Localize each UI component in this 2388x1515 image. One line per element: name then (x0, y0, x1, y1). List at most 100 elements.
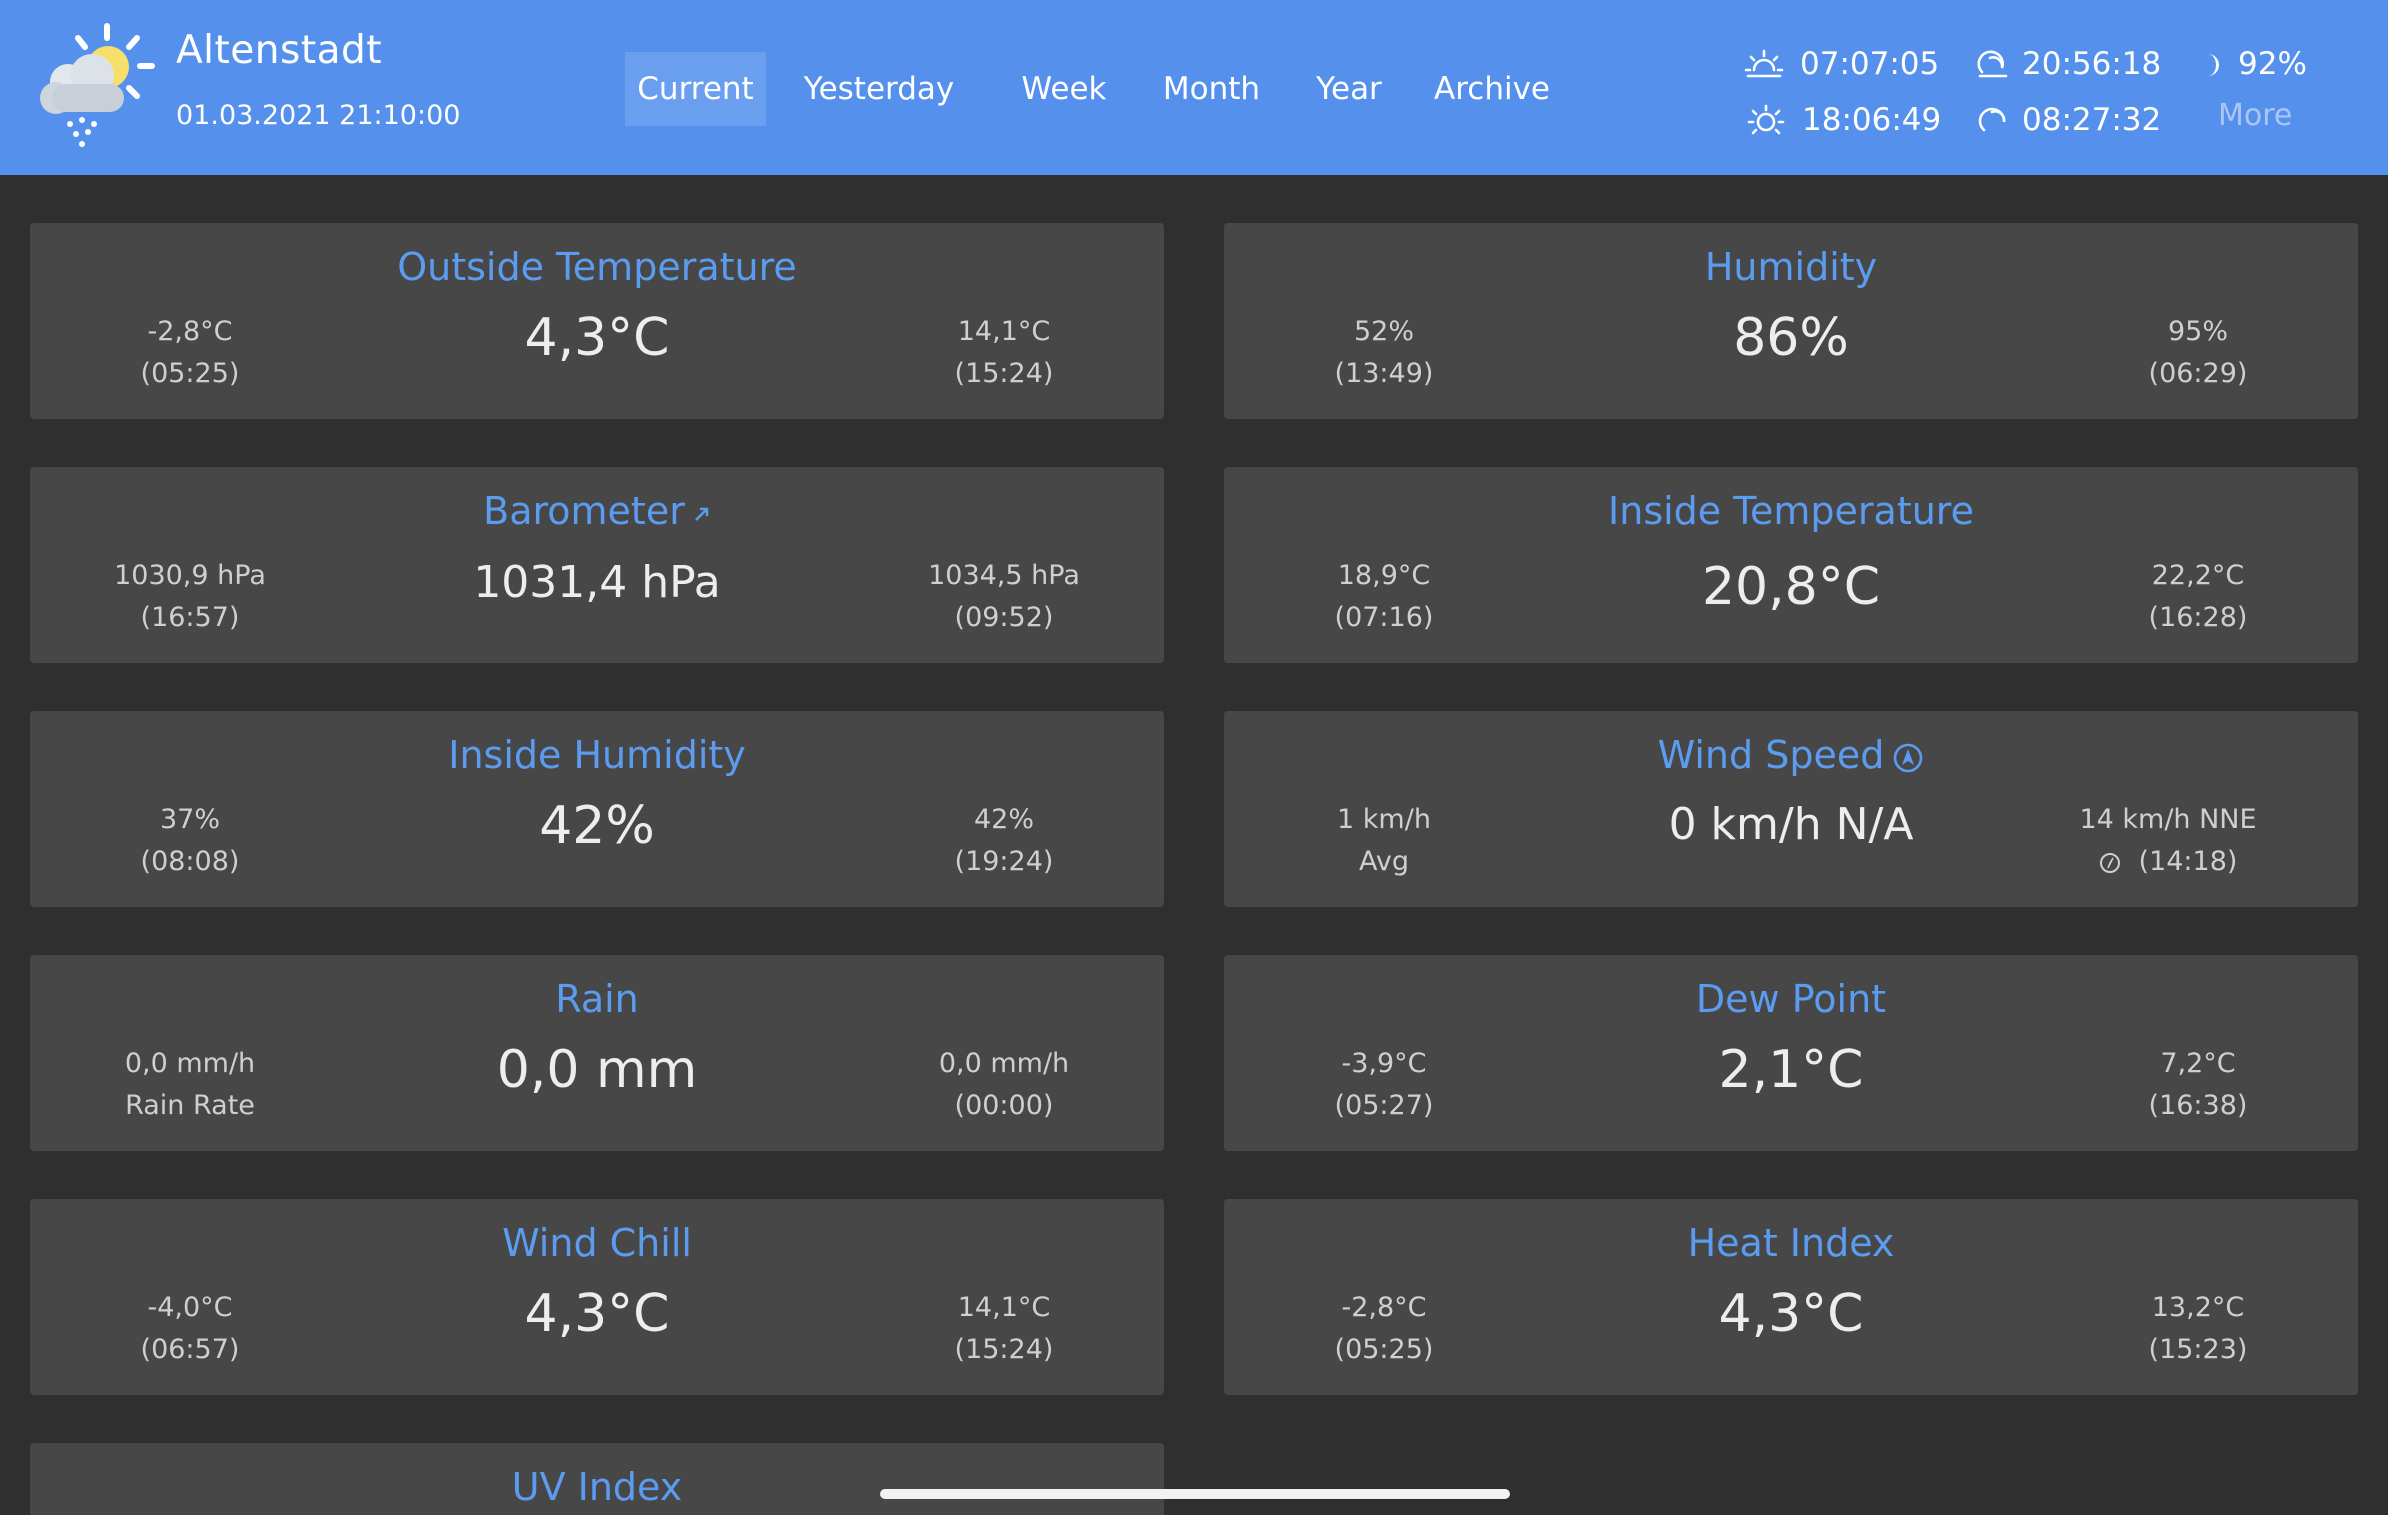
card-max: 13,2°C (15:23) (2068, 1287, 2328, 1371)
rain-rate-value: 0,0 mm/h (124, 1048, 256, 1079)
card-title[interactable]: UV Index (30, 1465, 1164, 1509)
max-value: 0,0 mm/h (938, 1048, 1070, 1079)
sunrise-time: 07:07:05 (1800, 46, 1940, 82)
card-outside-temperature: Outside Temperature 4,3°C -2,8°C (05:25) … (30, 223, 1164, 419)
station-datetime: 01.03.2021 21:10:00 (176, 100, 461, 131)
card-min: -2,8°C (05:25) (1254, 1287, 1514, 1371)
card-min: -3,9°C (05:27) (1254, 1043, 1514, 1127)
moonset-info: 08:27:32 (1976, 98, 2176, 142)
avg-label: Avg (1358, 846, 1409, 877)
card-title-text: Barometer (483, 489, 685, 533)
card-title[interactable]: Humidity (1224, 245, 2358, 289)
card-title[interactable]: Heat Index (1224, 1221, 2358, 1265)
min-time: (08:08) (140, 846, 240, 877)
home-indicator[interactable] (880, 1489, 1510, 1499)
nav-tab-current[interactable]: Current (625, 52, 766, 126)
rain-rate-label: Rain Rate (125, 1090, 255, 1121)
nav-tab-month[interactable]: Month (1155, 52, 1268, 126)
more-link[interactable]: More (2218, 98, 2292, 133)
moon-phase-icon (2208, 54, 2219, 76)
max-value: 1034,5 hPa (928, 560, 1080, 591)
card-inside-temperature: Inside Temperature 20,8°C 18,9°C (07:16) … (1224, 467, 2358, 663)
card-max: 1034,5 hPa (09:52) (874, 555, 1134, 639)
moonrise-info: 20:56:18 (1976, 42, 2176, 86)
card-title[interactable]: Inside Humidity (30, 733, 1164, 777)
card-heat-index: Heat Index 4,3°C -2,8°C (05:25) 13,2°C (15… (1224, 1199, 2358, 1395)
min-time: (05:25) (1334, 1334, 1434, 1365)
max-time: (15:23) (2148, 1334, 2248, 1365)
moon-phase-info: 92% (2196, 42, 2336, 86)
max-value: 95% (2167, 316, 2228, 347)
card-max: 95% (06:29) (2068, 311, 2328, 395)
moonset-time: 08:27:32 (2022, 102, 2162, 138)
sunset-icon (1747, 104, 1785, 135)
card-avg: 1 km/h Avg (1254, 799, 1514, 883)
nav-tab-week[interactable]: Week (1017, 52, 1111, 126)
moonset-icon (1978, 107, 2006, 132)
max-value: 7,2°C (2160, 1048, 2236, 1079)
card-rain-rate: 0,0 mm/h Rain Rate (60, 1043, 320, 1127)
card-min: -2,8°C (05:25) (60, 311, 320, 395)
card-max: 0,0 mm/h (00:00) (874, 1043, 1134, 1127)
max-time: (09:52) (954, 602, 1054, 633)
min-time: (07:16) (1334, 602, 1434, 633)
card-inside-humidity: Inside Humidity 42% 37% (08:08) 42% (19:24… (30, 711, 1164, 907)
card-title[interactable]: Wind Chill (30, 1221, 1164, 1265)
wind-direction-icon (2099, 852, 2120, 873)
card-title[interactable]: Dew Point (1224, 977, 2358, 1021)
avg-value: 1 km/h (1337, 804, 1431, 835)
card-title[interactable]: Rain (30, 977, 1164, 1021)
min-time: (13:49) (1334, 358, 1434, 389)
min-value: -2,8°C (1341, 1292, 1427, 1323)
card-title[interactable]: Wind Speed (1224, 733, 2358, 777)
min-time: (05:27) (1334, 1090, 1434, 1121)
max-value: 22,2°C (2151, 560, 2245, 591)
nav-tab-archive[interactable]: Archive (1431, 52, 1553, 126)
sunset-time: 18:06:49 (1802, 102, 1942, 138)
max-time: (19:24) (954, 846, 1054, 877)
max-value: 14,1°C (957, 1292, 1051, 1323)
min-value: 1030,9 hPa (114, 560, 266, 591)
min-time: (05:25) (140, 358, 240, 389)
min-time: (06:57) (140, 1334, 240, 1365)
nav-tab-yesterday[interactable]: Yesterday (799, 52, 959, 126)
card-title-text: Wind Speed (1657, 733, 1885, 777)
card-max: 7,2°C (16:38) (2068, 1043, 2328, 1127)
sunrise-info: 07:07:05 (1744, 42, 1944, 86)
moon-phase-value: 92% (2238, 46, 2307, 82)
max-time-row: (14:18) (2018, 841, 2318, 883)
max-value: 42% (973, 804, 1034, 835)
max-time: (15:24) (954, 1334, 1054, 1365)
card-min: -4,0°C (06:57) (60, 1287, 320, 1371)
min-value: -4,0°C (147, 1292, 233, 1323)
max-time: (06:29) (2148, 358, 2248, 389)
card-uv-index: UV Index (30, 1443, 1164, 1515)
card-title[interactable]: Outside Temperature (30, 245, 1164, 289)
station-name: Altenstadt (176, 28, 383, 73)
sunrise-icon (1744, 49, 1784, 78)
card-wind-chill: Wind Chill 4,3°C -4,0°C (06:57) 14,1°C (15… (30, 1199, 1164, 1395)
weather-partly-cloudy-rain-icon (40, 23, 155, 147)
compass-icon[interactable] (1892, 742, 1924, 774)
max-time: (16:28) (2148, 602, 2248, 633)
card-max: 22,2°C (16:28) (2068, 555, 2328, 639)
card-title[interactable]: Barometer (30, 489, 1164, 533)
max-value: 14,1°C (957, 316, 1051, 347)
card-max: 14,1°C (15:24) (874, 1287, 1134, 1371)
max-time: (15:24) (954, 358, 1054, 389)
card-dew-point: Dew Point 2,1°C -3,9°C (05:27) 7,2°C (16:3… (1224, 955, 2358, 1151)
card-wind-speed: Wind Speed 0 km/h N/A 1 km/h Avg 14 km/h … (1224, 711, 2358, 907)
card-rain: Rain 0,0 mm 0,0 mm/h Rain Rate 0,0 mm/h (0… (30, 955, 1164, 1151)
card-title[interactable]: Inside Temperature (1224, 489, 2358, 533)
moonrise-time: 20:56:18 (2022, 46, 2162, 82)
max-time: (14:18) (2138, 846, 2238, 877)
card-max: 42% (19:24) (874, 799, 1134, 883)
card-min: 1030,9 hPa (16:57) (60, 555, 320, 639)
min-value: 18,9°C (1337, 560, 1431, 591)
min-time: (16:57) (140, 602, 240, 633)
nav-tab-year[interactable]: Year (1308, 52, 1390, 126)
card-min: 52% (13:49) (1254, 311, 1514, 395)
card-barometer: Barometer 1031,4 hPa 1030,9 hPa (16:57) 1… (30, 467, 1164, 663)
card-min: 37% (08:08) (60, 799, 320, 883)
min-value: 37% (159, 804, 220, 835)
